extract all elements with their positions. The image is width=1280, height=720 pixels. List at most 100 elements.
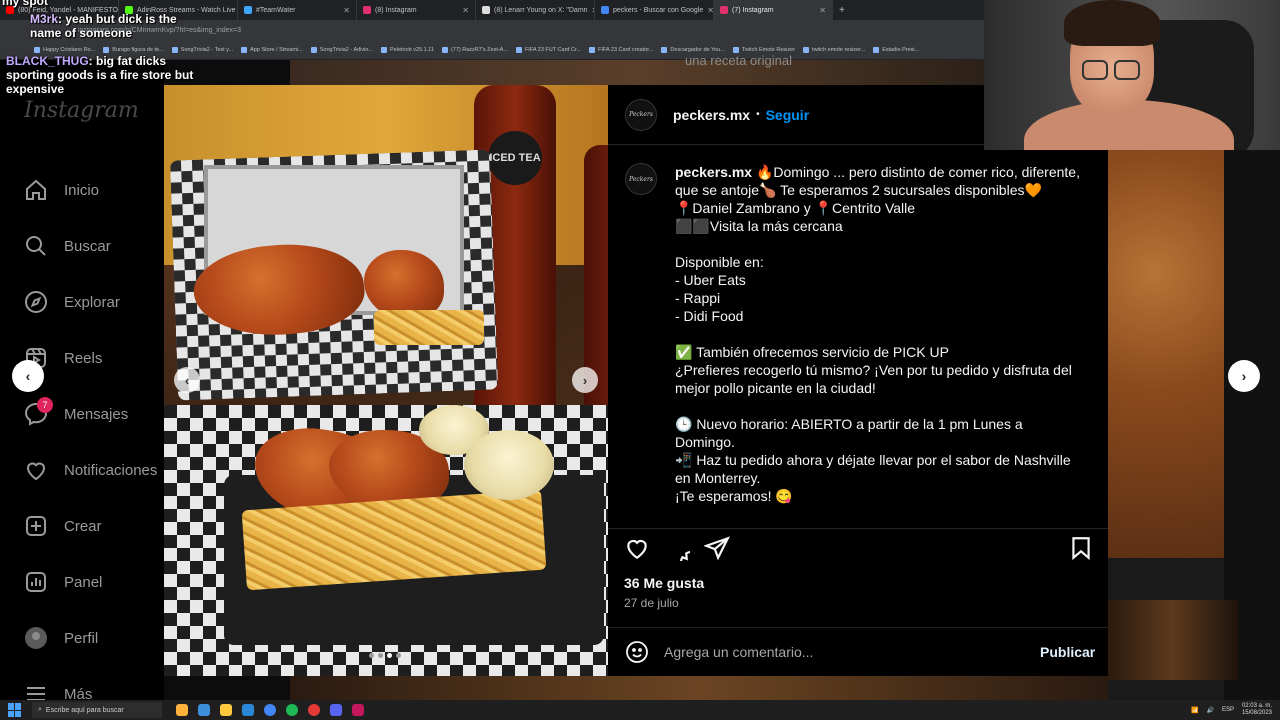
bookmark-favicon-icon (589, 46, 596, 53)
sidebar-item-explorar[interactable]: Explorar (24, 287, 120, 317)
close-icon[interactable]: ✕ (343, 6, 350, 15)
chat-message: BLACK_THUG: big fat dicks sporting goods… (6, 54, 194, 96)
favicon-icon (601, 6, 609, 14)
edge-icon[interactable] (198, 704, 210, 716)
previous-post-button[interactable]: ‹ (12, 360, 44, 392)
chevron-right-icon: › (582, 372, 588, 388)
caption-line (675, 235, 1085, 253)
wifi-icon[interactable]: 📶 (1191, 707, 1198, 714)
comment-input[interactable]: Agrega un comentario... (664, 644, 1024, 660)
explorer-icon[interactable] (176, 704, 188, 716)
caption-line: 🕒 Nuevo horario: ABIERTO a partir de la … (675, 416, 1023, 450)
app-icon[interactable] (352, 704, 364, 716)
instagram-logo[interactable]: Instagram (24, 98, 139, 123)
comment-icon[interactable] (664, 535, 690, 561)
caption-line (675, 325, 1085, 343)
publish-button[interactable]: Publicar (1040, 644, 1095, 660)
caption-line: ⬛⬛Visita la más cercana (675, 218, 843, 234)
system-tray: 📶 🔊 ESP 02:03 a. m. 15/08/2023 (1191, 703, 1280, 717)
notification-badge: 7 (37, 397, 53, 413)
bookmark-item[interactable]: FIFA 23 FUT Card Cr... (515, 46, 581, 53)
discord-icon[interactable] (330, 704, 342, 716)
follow-button[interactable]: Seguir (766, 107, 810, 123)
emoji-icon[interactable] (625, 640, 649, 664)
folder-icon[interactable] (220, 704, 232, 716)
browser-tab[interactable]: peckers - Buscar con Google ✕ (595, 0, 714, 20)
bookmark-favicon-icon (441, 46, 448, 53)
avatar[interactable]: Peckers (625, 98, 657, 131)
bookmark-item[interactable]: App Store / Streami... (241, 46, 303, 53)
sidebar-item-label: Reels (64, 349, 103, 367)
caption-line: - Uber Eats (675, 272, 746, 288)
sidebar-item-notificaciones[interactable]: Notificaciones (24, 455, 157, 485)
glasses-lens (1114, 60, 1140, 80)
webcam-overlay (984, 0, 1280, 150)
bookmark-icon[interactable] (1068, 535, 1094, 561)
language-indicator[interactable]: ESP (1222, 707, 1234, 713)
caption-line: Disponible en: (675, 254, 764, 270)
avatar[interactable]: Peckers (625, 163, 657, 195)
compass-icon (25, 291, 47, 313)
mail-icon[interactable] (242, 704, 254, 716)
carousel-next-button[interactable]: › (572, 367, 598, 393)
bookmark-item[interactable]: Twitch Emote Resizer (732, 46, 795, 53)
post-username[interactable]: peckers.mx (673, 107, 750, 123)
bookmark-item[interactable]: Estadio Presi... (873, 46, 919, 53)
tab-title: (7) Instagram (732, 6, 774, 14)
bookmark-item[interactable]: FIFA 23 Card creator... (589, 46, 653, 53)
bookmark-item[interactable]: Peletoob v25.1.11 (381, 46, 434, 53)
background-food-image (1108, 150, 1224, 558)
sidebar-item-mensajes[interactable]: 7 Mensajes (24, 397, 128, 429)
search-icon (26, 236, 46, 256)
browser-tab[interactable]: (7) Instagram ✕ (714, 0, 833, 20)
bookmark-item[interactable]: twitch emote resizer... (803, 46, 865, 53)
sidebar-item-buscar[interactable]: Buscar (24, 231, 111, 261)
tab-title: #TeamWater (256, 6, 296, 14)
sidebar-item-perfil[interactable]: Perfil (24, 623, 98, 653)
new-tab-button[interactable]: + (833, 5, 851, 16)
caption-line: ¿Prefieres recogerlo tú mismo? ¡Ven por … (675, 362, 1072, 396)
carousel-dot (378, 653, 383, 658)
sidebar-item-crear[interactable]: Crear (24, 511, 102, 541)
plus-square-icon (26, 516, 46, 536)
volume-icon[interactable]: 🔊 (1206, 707, 1213, 714)
comment-box: Agrega un comentario... Publicar (608, 627, 1108, 676)
like-count[interactable]: 36 Me gusta (624, 575, 704, 591)
carousel-dot (369, 653, 374, 658)
clock[interactable]: 02:03 a. m. 15/08/2023 (1242, 703, 1272, 717)
windows-start-icon[interactable] (8, 703, 22, 717)
share-icon[interactable] (704, 535, 730, 561)
carousel-prev-button[interactable]: ‹ (174, 367, 200, 393)
browser-tab[interactable]: (8) Lenarr Young on X: "Damn✕ (476, 0, 595, 20)
sidebar-item-label: Perfil (64, 629, 99, 647)
like-icon[interactable] (624, 535, 650, 561)
favicon-icon (244, 6, 252, 14)
next-post-button[interactable]: › (1228, 360, 1260, 392)
sidebar-item-label: Notificaciones (64, 461, 158, 479)
sidebar-item-panel[interactable]: Panel (24, 567, 102, 597)
post-image[interactable]: ICED TEA ‹ › (164, 85, 608, 676)
avatar (25, 627, 47, 649)
close-icon[interactable]: ✕ (462, 6, 469, 15)
favicon-icon (482, 6, 490, 14)
spotify-icon[interactable] (286, 704, 298, 716)
close-icon[interactable]: ✕ (707, 6, 713, 15)
chevron-left-icon: ‹ (25, 368, 31, 384)
chrome-icon[interactable] (264, 704, 276, 716)
bookmark-item[interactable]: SongTrivia2 - Adivin... (310, 46, 373, 53)
sidebar-item-inicio[interactable]: Inicio (24, 175, 99, 205)
windows-taskbar: ⌕ Escribe aquí para buscar 📶 🔊 ESP 02:03… (0, 700, 1280, 720)
caption-line (675, 397, 1085, 415)
bookmark-item[interactable]: (77) RazzR7's Zest-A... (441, 46, 508, 53)
obs-icon[interactable] (308, 704, 320, 716)
bookmark-favicon-icon (732, 46, 739, 53)
browser-tab[interactable]: #TeamWater ✕ (238, 0, 357, 20)
post-date: 27 de julio (624, 596, 679, 610)
close-icon[interactable]: ✕ (819, 6, 826, 15)
caption-username[interactable]: peckers.mx (675, 164, 752, 180)
browser-tab[interactable]: (8) Instagram ✕ (357, 0, 476, 20)
bookmark-item[interactable]: Descargador de You... (661, 46, 725, 53)
search-icon: ⌕ (38, 706, 42, 713)
bookmark-favicon-icon (310, 46, 317, 53)
taskbar-search[interactable]: ⌕ Escribe aquí para buscar (32, 702, 162, 718)
